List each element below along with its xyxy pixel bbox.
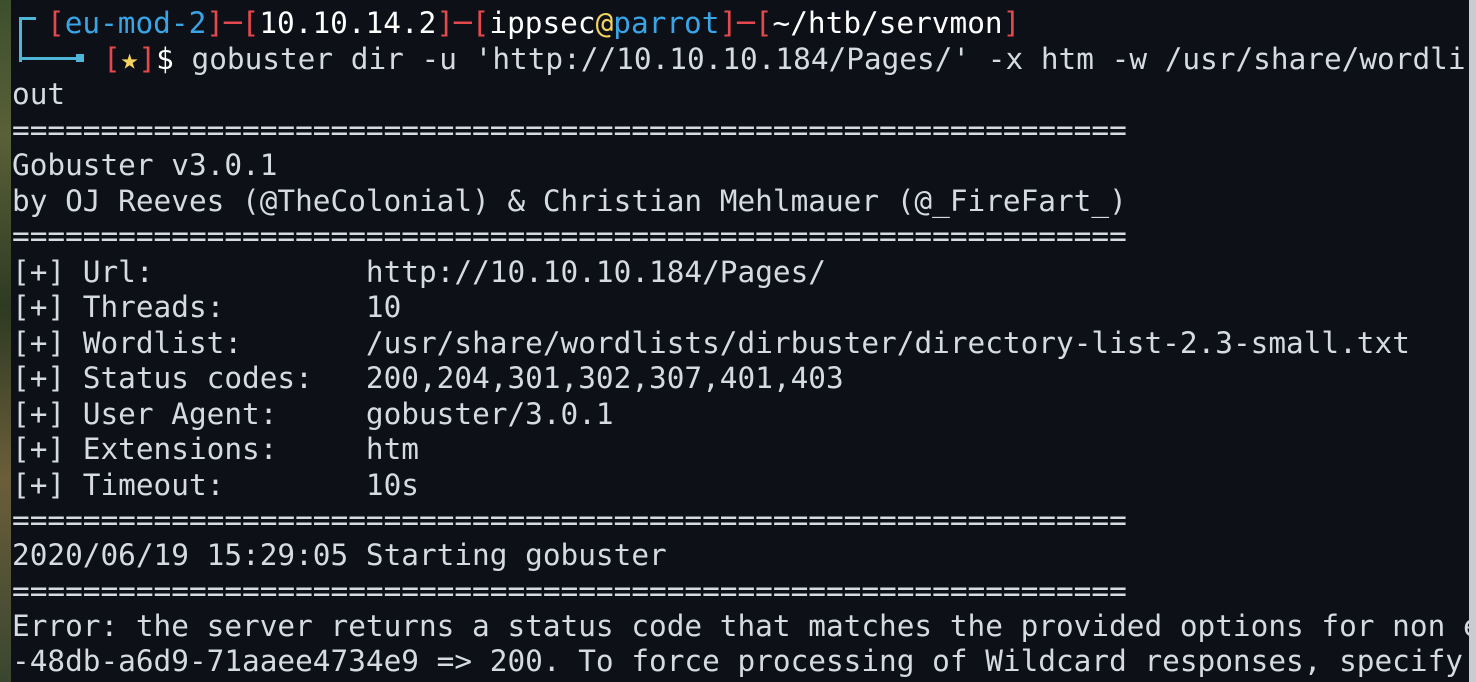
config-key: [+] Threads: [12,290,366,324]
config-row-timeout: [+] Timeout: 10s [12,468,419,503]
prompt-context: eu-mod-2 [64,6,207,40]
separator-1: ========================================… [12,113,1127,147]
config-value: http://10.10.10.184/Pages/ [365,255,826,289]
prompt-frame-line [19,57,81,60]
banner-title: Gobuster v3.0.1 [12,148,278,182]
config-value: 10 [365,290,402,324]
prompt-ip: 10.10.14.2 [259,6,437,40]
config-row-wordlist: [+] Wordlist: /usr/share/wordlists/dirbu… [12,326,1410,361]
config-key: [+] Extensions: [12,432,366,466]
prompt-frame-icon [19,17,36,62]
config-value: 200,204,301,302,307,401,403 [365,361,844,395]
config-row-status-codes: [+] Status codes: 200,204,301,302,307,40… [12,361,844,396]
command-line[interactable]: [★]$ gobuster dir -u 'http://10.10.10.18… [103,42,1466,77]
error-line-1: Error: the server returns a status code … [12,609,1469,643]
prompt-line: [eu-mod-2]─[10.10.14.2]─[ippsec@parrot]─… [47,6,1021,40]
terminal-window[interactable]: [eu-mod-2]─[10.10.14.2]─[ippsec@parrot]─… [11,0,1469,682]
config-value: htm [365,432,419,466]
config-key: [+] Wordlist: [12,326,366,360]
start-line: 2020/06/19 15:29:05 Starting gobuster [12,538,667,572]
wrapped-command-tail: out [12,77,66,111]
config-key: [+] Url: [12,255,366,289]
config-row-url: [+] Url: http://10.10.10.184/Pages/ [12,255,826,290]
prompt-arrow-icon [76,54,84,62]
separator-3: ========================================… [12,503,1127,537]
command-text: gobuster dir -u 'http://10.10.10.184/Pag… [173,42,1466,76]
terminal-scrollbar[interactable] [1469,0,1476,682]
prompt-user: ippsec [489,6,596,40]
config-key: [+] User Agent: [12,397,366,431]
desktop-wallpaper-strip [0,0,11,682]
config-row-threads: [+] Threads: 10 [12,290,401,325]
star-icon: ★ [120,42,139,76]
config-key: [+] Status codes: [12,361,366,395]
banner-credit: by OJ Reeves (@TheColonial) & Christian … [12,184,1127,218]
prompt-host: parrot [613,6,720,40]
config-value: /usr/share/wordlists/dirbuster/directory… [365,326,1410,360]
config-key: [+] Timeout: [12,468,366,502]
config-row-extensions: [+] Extensions: htm [12,432,419,467]
separator-4: ========================================… [12,574,1127,608]
error-line-2: -48db-a6d9-71aaee4734e9 => 200. To force… [12,644,1463,678]
config-value: gobuster/3.0.1 [365,397,614,431]
prompt-at: @ [595,6,614,40]
config-row-user-agent: [+] User Agent: gobuster/3.0.1 [12,397,614,432]
prompt-dollar: $ [156,42,174,76]
separator-2: ========================================… [12,219,1127,253]
prompt-path: ~/htb/servmon [772,6,1003,40]
config-value: 10s [365,468,419,502]
